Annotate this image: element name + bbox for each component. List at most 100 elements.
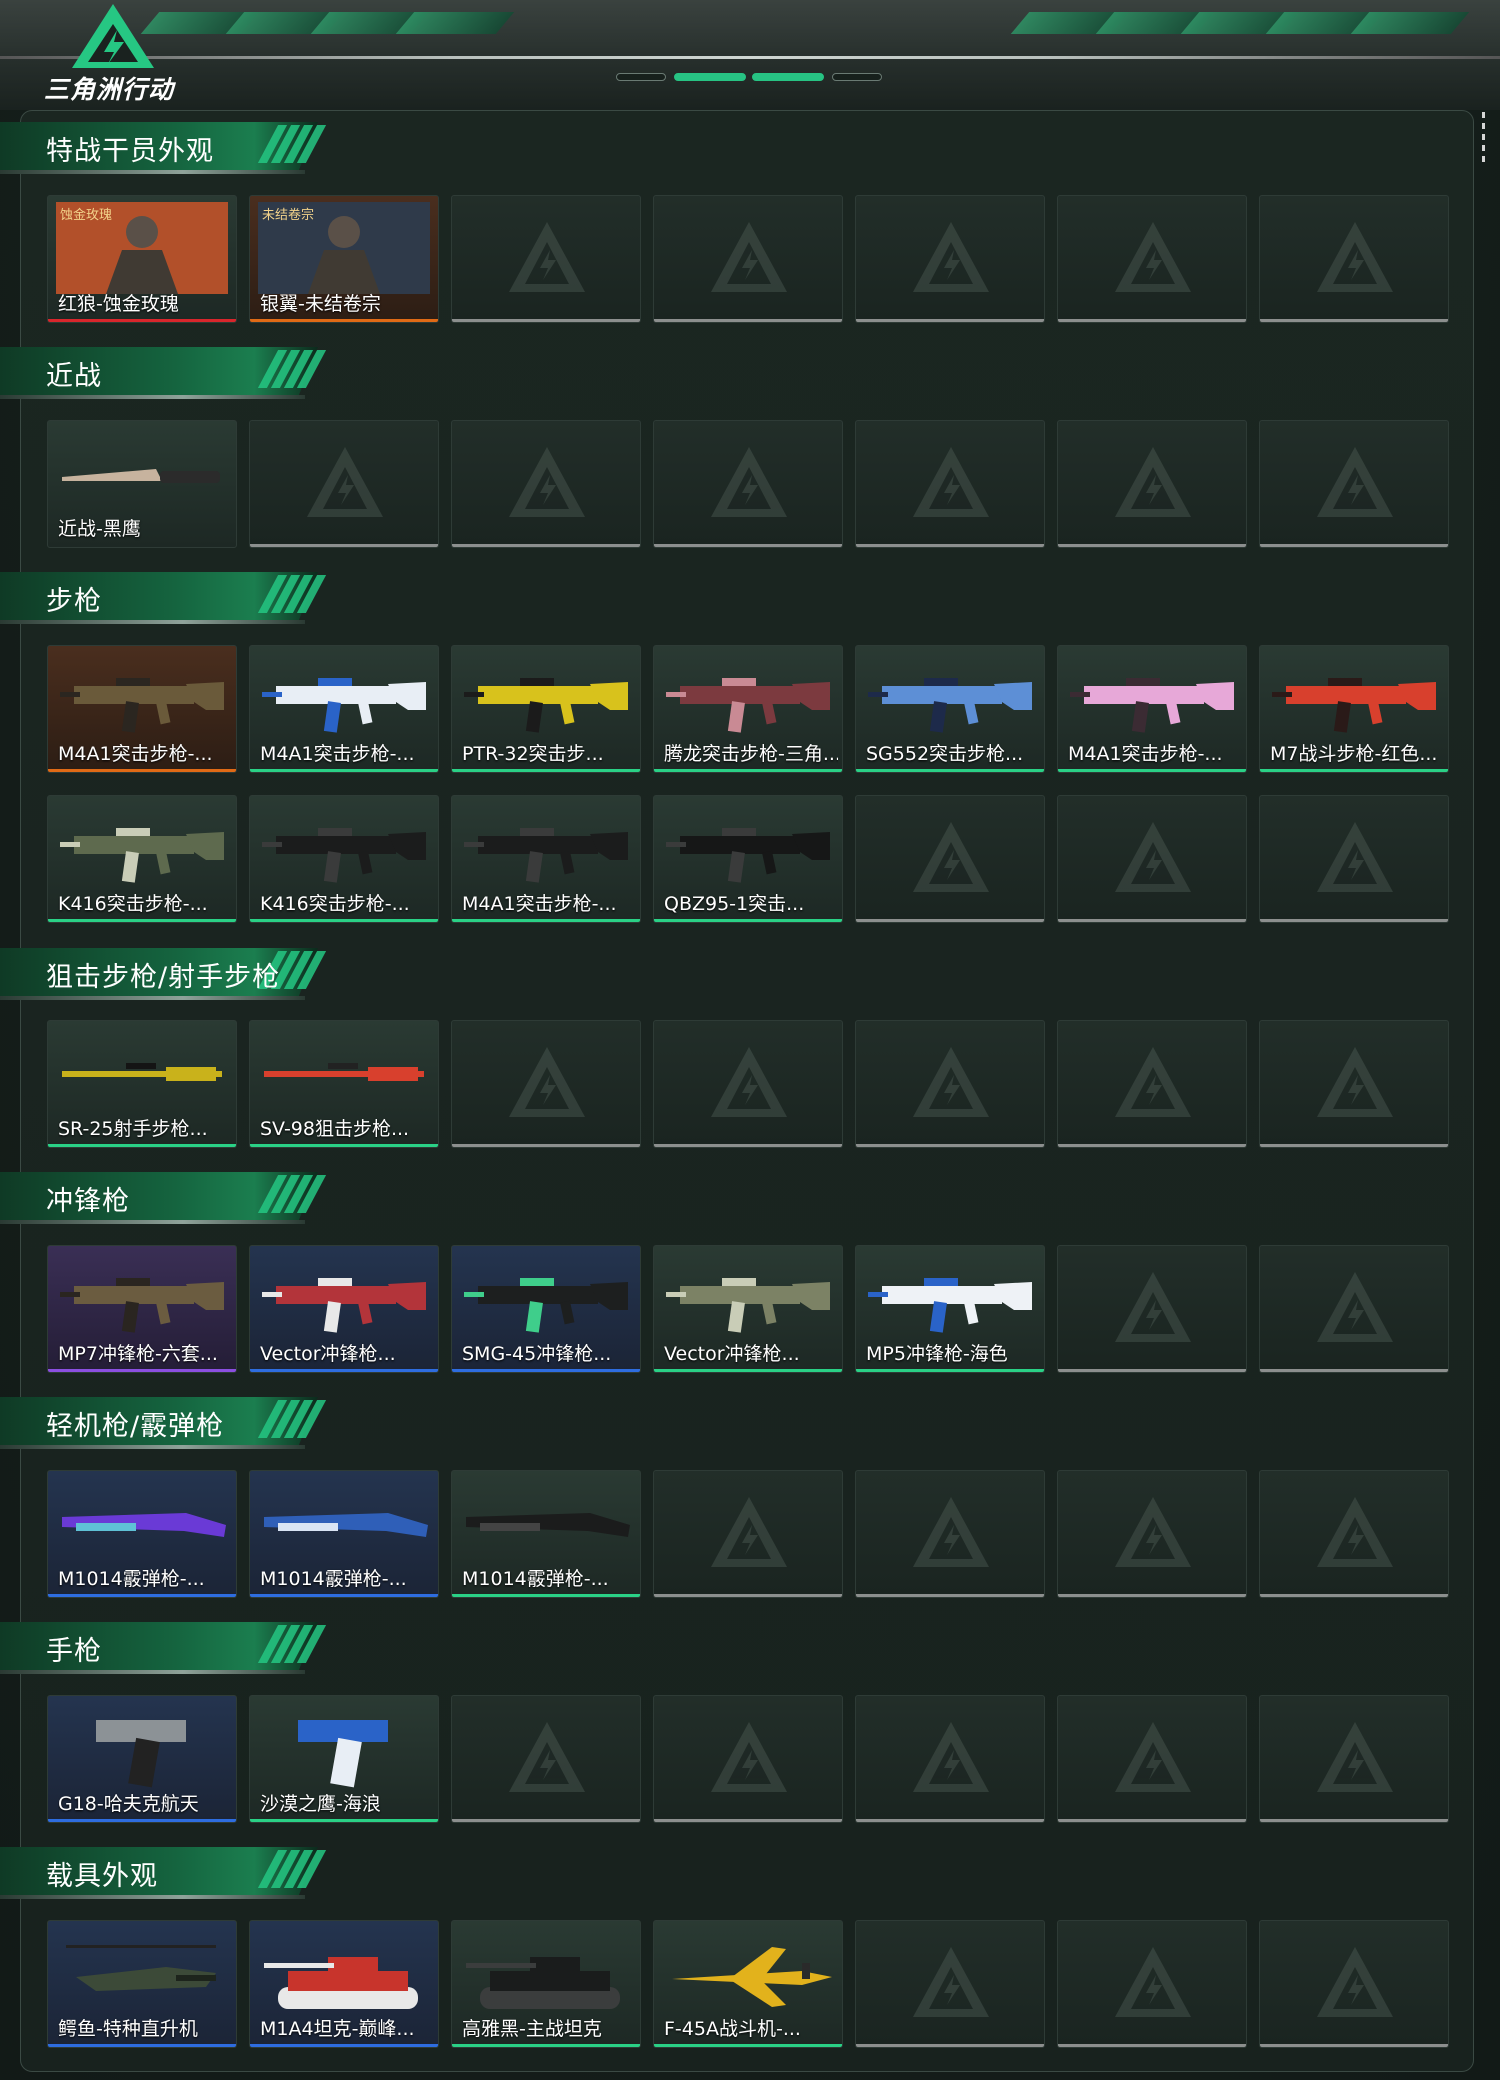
placeholder-logo-icon bbox=[913, 1047, 989, 1117]
placeholder-logo-icon bbox=[1317, 1722, 1393, 1792]
rifle-pink-icon bbox=[1070, 678, 1234, 733]
shotgun-purple-icon bbox=[62, 1513, 226, 1537]
collection-item-card[interactable]: M7战斗步枪-红色... bbox=[1259, 645, 1449, 773]
knife-icon bbox=[62, 469, 220, 483]
collection-item-card[interactable]: M4A1突击步枪-... bbox=[47, 645, 237, 773]
tank-black-icon bbox=[466, 1957, 620, 2009]
placeholder-logo-icon bbox=[1115, 1272, 1191, 1342]
empty-slot bbox=[653, 1695, 843, 1823]
placeholder-logo-icon bbox=[1317, 1272, 1393, 1342]
section-header: 轻机枪/霰弹枪 bbox=[0, 1397, 330, 1451]
item-name: QBZ95-1突击... bbox=[664, 893, 805, 915]
empty-slot bbox=[1259, 420, 1449, 548]
collection-item-card[interactable]: MP7冲锋枪-六套... bbox=[47, 1245, 237, 1373]
collection-item-card[interactable]: SMG-45冲锋枪... bbox=[451, 1245, 641, 1373]
placeholder-logo-icon bbox=[913, 822, 989, 892]
section-header: 特战干员外观 bbox=[0, 122, 330, 176]
empty-slot bbox=[855, 1920, 1045, 2048]
smg-black-green-icon bbox=[464, 1278, 628, 1333]
rifle-camo-tan-icon bbox=[60, 678, 224, 733]
pistol-blue-wave-icon bbox=[298, 1720, 388, 1788]
collection-page: 三角洲行动 特战干员外观 蚀金玫瑰 红狼-蚀金玫瑰 未结卷宗 银翼-未结卷宗 近战 近… bbox=[0, 0, 1500, 2080]
collection-item-card[interactable]: K416突击步枪-... bbox=[249, 795, 439, 923]
collection-item-card[interactable]: G18-哈夫克航天 bbox=[47, 1695, 237, 1823]
item-name: M1A4坦克-巅峰... bbox=[260, 2018, 415, 2040]
item-name: M4A1突击步枪-... bbox=[1068, 743, 1223, 765]
item-name: 腾龙突击步枪-三角... bbox=[664, 743, 838, 765]
collection-item-card[interactable]: 腾龙突击步枪-三角... bbox=[653, 645, 843, 773]
empty-slot bbox=[855, 1020, 1045, 1148]
placeholder-logo-icon bbox=[307, 447, 383, 517]
placeholder-logo-icon bbox=[1115, 447, 1191, 517]
item-name: Vector冲锋枪... bbox=[664, 1343, 800, 1365]
placeholder-logo-icon bbox=[1317, 822, 1393, 892]
empty-slot bbox=[1259, 1920, 1449, 2048]
section-title: 轻机枪/霰弹枪 bbox=[46, 1411, 225, 1442]
item-name: M4A1突击步枪-... bbox=[58, 743, 213, 765]
collection-item-card[interactable]: 近战-黑鹰 bbox=[47, 420, 237, 548]
empty-slot bbox=[653, 1020, 843, 1148]
placeholder-logo-icon bbox=[509, 1047, 585, 1117]
collection-item-card[interactable]: Vector冲锋枪... bbox=[653, 1245, 843, 1373]
collection-item-card[interactable]: 蚀金玫瑰 红狼-蚀金玫瑰 bbox=[47, 195, 237, 323]
collection-item-card[interactable]: 鳄鱼-特种直升机 bbox=[47, 1920, 237, 2048]
empty-slot bbox=[1057, 1020, 1247, 1148]
tank-red-white-icon bbox=[264, 1957, 418, 2009]
empty-slot bbox=[1057, 1470, 1247, 1598]
placeholder-logo-icon bbox=[913, 1947, 989, 2017]
section-title: 手枪 bbox=[46, 1636, 102, 1667]
empty-slot bbox=[1259, 795, 1449, 923]
placeholder-logo-icon bbox=[913, 1497, 989, 1567]
scrollbar[interactable] bbox=[1480, 112, 1488, 174]
placeholder-logo-icon bbox=[1115, 1047, 1191, 1117]
rifle-black-icon bbox=[464, 828, 628, 883]
item-name: K416突击步枪-... bbox=[58, 893, 208, 915]
top-header: 三角洲行动 bbox=[0, 0, 1500, 110]
collection-item-card[interactable]: 沙漠之鹰-海浪 bbox=[249, 1695, 439, 1823]
item-name: M1014霰弹枪-... bbox=[462, 1568, 609, 1590]
collection-item-card[interactable]: QBZ95-1突击... bbox=[653, 795, 843, 923]
empty-slot bbox=[249, 420, 439, 548]
collection-item-card[interactable]: M4A1突击步枪-... bbox=[249, 645, 439, 773]
collection-item-card[interactable]: SV-98狙击步枪... bbox=[249, 1020, 439, 1148]
collection-item-card[interactable]: 高雅黑-主战坦克 bbox=[451, 1920, 641, 2048]
collection-item-card[interactable]: Vector冲锋枪... bbox=[249, 1245, 439, 1373]
placeholder-logo-icon bbox=[711, 1722, 787, 1792]
item-name: 鳄鱼-特种直升机 bbox=[58, 2018, 198, 2040]
placeholder-logo-icon bbox=[1317, 222, 1393, 292]
placeholder-logo-icon bbox=[1317, 1947, 1393, 2017]
item-name: SG552突击步枪... bbox=[866, 743, 1024, 765]
collection-item-card[interactable]: SR-25射手步枪... bbox=[47, 1020, 237, 1148]
collection-item-card[interactable]: F-45A战斗机-... bbox=[653, 1920, 843, 2048]
item-name: K416突击步枪-... bbox=[260, 893, 410, 915]
placeholder-logo-icon bbox=[509, 1722, 585, 1792]
item-name: 银翼-未结卷宗 bbox=[260, 293, 381, 315]
helicopter-icon bbox=[66, 1945, 216, 1991]
collection-item-card[interactable]: M4A1突击步枪-... bbox=[451, 795, 641, 923]
collection-item-card[interactable]: SG552突击步枪... bbox=[855, 645, 1045, 773]
collection-item-card[interactable]: M1A4坦克-巅峰... bbox=[249, 1920, 439, 2048]
empty-slot bbox=[451, 195, 641, 323]
jet-yellow-icon bbox=[672, 1947, 832, 2007]
item-name: 高雅黑-主战坦克 bbox=[462, 2018, 602, 2040]
item-name: MP7冲锋枪-六套... bbox=[58, 1343, 218, 1365]
item-name: M7战斗步枪-红色... bbox=[1270, 743, 1438, 765]
item-name: SR-25射手步枪... bbox=[58, 1118, 208, 1140]
placeholder-logo-icon bbox=[711, 1047, 787, 1117]
empty-slot bbox=[855, 1470, 1045, 1598]
collection-item-card[interactable]: 未结卷宗 银翼-未结卷宗 bbox=[249, 195, 439, 323]
rifle-blue-marble-icon bbox=[868, 678, 1032, 733]
collection-item-card[interactable]: PTR-32突击步... bbox=[451, 645, 641, 773]
collection-item-card[interactable]: M4A1突击步枪-... bbox=[1057, 645, 1247, 773]
collection-item-card[interactable]: M1014霰弹枪-... bbox=[47, 1470, 237, 1598]
collection-item-card[interactable]: K416突击步枪-... bbox=[47, 795, 237, 923]
empty-slot bbox=[1259, 1695, 1449, 1823]
placeholder-logo-icon bbox=[1317, 1047, 1393, 1117]
collection-item-card[interactable]: MP5冲锋枪-海色 bbox=[855, 1245, 1045, 1373]
item-name: SMG-45冲锋枪... bbox=[462, 1343, 612, 1365]
section-title: 狙击步枪/射手步枪 bbox=[46, 962, 281, 993]
collection-item-card[interactable]: M1014霰弹枪-... bbox=[451, 1470, 641, 1598]
collection-item-card[interactable]: M1014霰弹枪-... bbox=[249, 1470, 439, 1598]
empty-slot bbox=[1259, 1020, 1449, 1148]
shotgun-blue-icon bbox=[264, 1513, 428, 1537]
